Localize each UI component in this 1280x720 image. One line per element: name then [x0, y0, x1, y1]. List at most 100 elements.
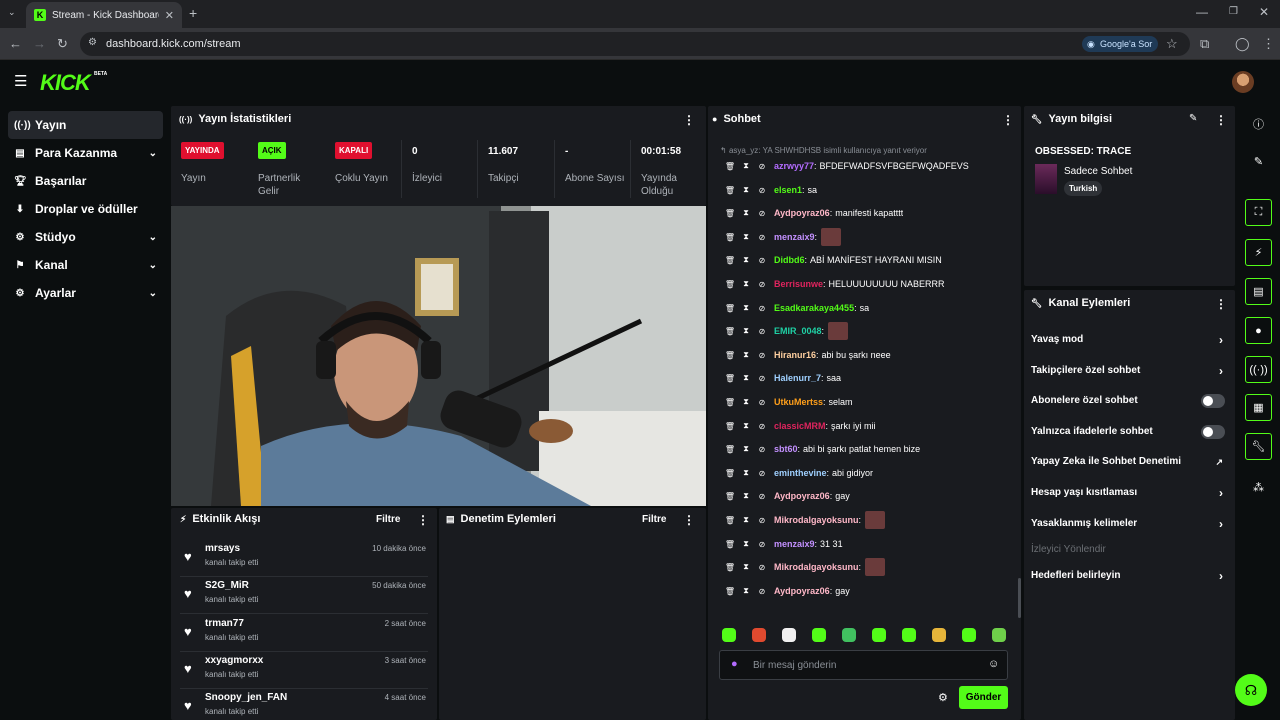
profile-icon[interactable]: ◯: [1235, 36, 1250, 52]
ban-icon[interactable]: ⊘: [754, 469, 770, 478]
delete-message-icon[interactable]: 🗑︎: [722, 540, 738, 549]
timeout-icon[interactable]: ⧗: [738, 185, 754, 195]
emote-icon[interactable]: [722, 628, 736, 642]
chat-username[interactable]: menzaix9: [774, 539, 815, 549]
chat-scrollbar[interactable]: [1018, 578, 1021, 618]
action-followers-only[interactable]: Takipçilere özel sohbet ›: [1031, 361, 1227, 381]
ban-icon[interactable]: ⊘: [754, 186, 770, 195]
ban-icon[interactable]: ⊘: [754, 563, 770, 572]
timeout-icon[interactable]: ⧗: [738, 350, 754, 360]
sidebar-item-droplar[interactable]: ⬇ Droplar ve ödüller: [8, 195, 163, 223]
chat-username[interactable]: Mikrodalgayoksunu: [774, 562, 859, 572]
ban-icon[interactable]: ⊘: [754, 374, 770, 383]
action-account-age[interactable]: Hesap yaşı kısıtlaması ›: [1031, 483, 1227, 503]
broadcast-icon[interactable]: ((·)): [1245, 356, 1272, 383]
chat-username[interactable]: classicMRM: [774, 421, 826, 431]
action-emotes-only[interactable]: Yalnızca ifadelerle sohbet: [1031, 422, 1227, 442]
sidebar-item-para-kazanma[interactable]: ▤ Para Kazanma ⌄: [8, 139, 163, 167]
delete-message-icon[interactable]: 🗑︎: [722, 256, 738, 265]
tab-list-icon[interactable]: ⌄: [8, 7, 16, 18]
delete-message-icon[interactable]: 🗑︎: [722, 327, 738, 336]
timeout-icon[interactable]: ⧗: [738, 515, 754, 525]
action-banned-words[interactable]: Yasaklanmış kelimeler ›: [1031, 514, 1227, 534]
stream-info-menu-icon[interactable]: ⋮: [1215, 113, 1227, 127]
ban-icon[interactable]: ⊘: [754, 233, 770, 242]
stream-category[interactable]: Sadece Sohbet: [1064, 166, 1132, 177]
site-info-icon[interactable]: ⚙: [88, 37, 97, 48]
stream-preview-video[interactable]: [171, 206, 706, 506]
ban-icon[interactable]: ⊘: [754, 280, 770, 289]
delete-message-icon[interactable]: 🗑︎: [722, 186, 738, 195]
emote-icon[interactable]: [872, 628, 886, 642]
emotes-only-toggle[interactable]: [1201, 425, 1225, 439]
ban-icon[interactable]: ⊘: [754, 209, 770, 218]
chat-username[interactable]: menzaix9: [774, 232, 815, 242]
info-icon[interactable]: ⓘ: [1245, 110, 1272, 137]
emote-icon[interactable]: [812, 628, 826, 642]
ban-icon[interactable]: ⊘: [754, 304, 770, 313]
activity-bolt-icon[interactable]: ⚡︎: [1245, 239, 1272, 266]
edit-pencil-icon[interactable]: ✎: [1189, 113, 1197, 124]
chat-username[interactable]: Berrisunwe: [774, 279, 823, 289]
action-set-goals[interactable]: Hedefleri belirleyin ›: [1031, 566, 1227, 586]
google-sor-button[interactable]: ◉ Google'a Sor: [1082, 36, 1159, 52]
emote-icon[interactable]: [902, 628, 916, 642]
chat-username[interactable]: Mikrodalgayoksunu: [774, 515, 859, 525]
moderation-menu-icon[interactable]: ⋮: [683, 513, 695, 527]
activity-user[interactable]: xxyagmorxx: [205, 655, 263, 666]
timeout-icon[interactable]: ⧗: [738, 373, 754, 383]
wrench-icon[interactable]: 🔧︎: [1245, 433, 1272, 460]
timeout-icon[interactable]: ⧗: [738, 539, 754, 549]
hamburger-menu-icon[interactable]: ☰: [14, 72, 27, 90]
delete-message-icon[interactable]: 🗑︎: [722, 563, 738, 572]
timeout-icon[interactable]: ⧗: [738, 326, 754, 336]
activity-menu-icon[interactable]: ⋮: [417, 513, 429, 527]
sidebar-item-yayin[interactable]: ((·)) Yayın: [8, 111, 163, 139]
emote-icon[interactable]: [782, 628, 796, 642]
ban-icon[interactable]: ⊘: [754, 327, 770, 336]
ban-icon[interactable]: ⊘: [754, 162, 770, 171]
chat-username[interactable]: EMIR_0048: [774, 326, 822, 336]
delete-message-icon[interactable]: 🗑︎: [722, 233, 738, 242]
layout-icon[interactable]: ▦: [1245, 394, 1272, 421]
sidebar-item-kanal[interactable]: ⚑ Kanal ⌄: [8, 251, 163, 279]
chat-settings-icon[interactable]: ⚙: [938, 691, 948, 704]
chat-username[interactable]: Esadkarakaya4455: [774, 303, 854, 313]
emoji-icon[interactable]: ☺: [988, 658, 999, 670]
sidebar-item-studyo[interactable]: ⚙ Stüdyo ⌄: [8, 223, 163, 251]
microphone-icon[interactable]: ●: [731, 658, 738, 670]
user-avatar[interactable]: [1232, 71, 1254, 93]
nodes-icon[interactable]: ⁂: [1245, 474, 1272, 501]
delete-message-icon[interactable]: 🗑︎: [722, 280, 738, 289]
delete-message-icon[interactable]: 🗑︎: [722, 587, 738, 596]
url-input[interactable]: ⚙ dashboard.kick.com/stream: [80, 32, 1190, 56]
chat-username[interactable]: azrwyy77: [774, 161, 814, 171]
restore-icon[interactable]: ❐: [1229, 6, 1238, 17]
minimize-icon[interactable]: —: [1196, 5, 1208, 19]
ban-icon[interactable]: ⊘: [754, 445, 770, 454]
activity-user[interactable]: mrsays: [205, 543, 240, 554]
timeout-icon[interactable]: ⧗: [738, 586, 754, 596]
activity-user[interactable]: S2G_MiR: [205, 580, 249, 591]
kick-logo[interactable]: KICK: [40, 70, 91, 96]
sidebar-item-basarilar[interactable]: 🏆︎ Başarılar: [8, 167, 163, 195]
ban-icon[interactable]: ⊘: [754, 351, 770, 360]
back-icon[interactable]: ←: [9, 36, 22, 52]
chat-username[interactable]: Didbd6: [774, 255, 805, 265]
timeout-icon[interactable]: ⧗: [738, 397, 754, 407]
send-button[interactable]: Gönder: [959, 686, 1008, 709]
timeout-icon[interactable]: ⧗: [738, 491, 754, 501]
emote-icon[interactable]: [992, 628, 1006, 642]
chat-username[interactable]: Halenurr_7: [774, 373, 821, 383]
chat-username[interactable]: sbt60: [774, 444, 798, 454]
emote-icon[interactable]: [752, 628, 766, 642]
stream-preview-toggle-icon[interactable]: ⛶: [1245, 199, 1272, 226]
delete-message-icon[interactable]: 🗑︎: [722, 162, 738, 171]
timeout-icon[interactable]: ⧗: [738, 255, 754, 265]
chat-bubble-icon[interactable]: ●: [1245, 317, 1272, 344]
delete-message-icon[interactable]: 🗑︎: [722, 516, 738, 525]
timeout-icon[interactable]: ⧗: [738, 232, 754, 242]
timeout-icon[interactable]: ⧗: [738, 444, 754, 454]
sidebar-item-ayarlar[interactable]: ⚙ Ayarlar ⌄: [8, 279, 163, 307]
ban-icon[interactable]: ⊘: [754, 398, 770, 407]
